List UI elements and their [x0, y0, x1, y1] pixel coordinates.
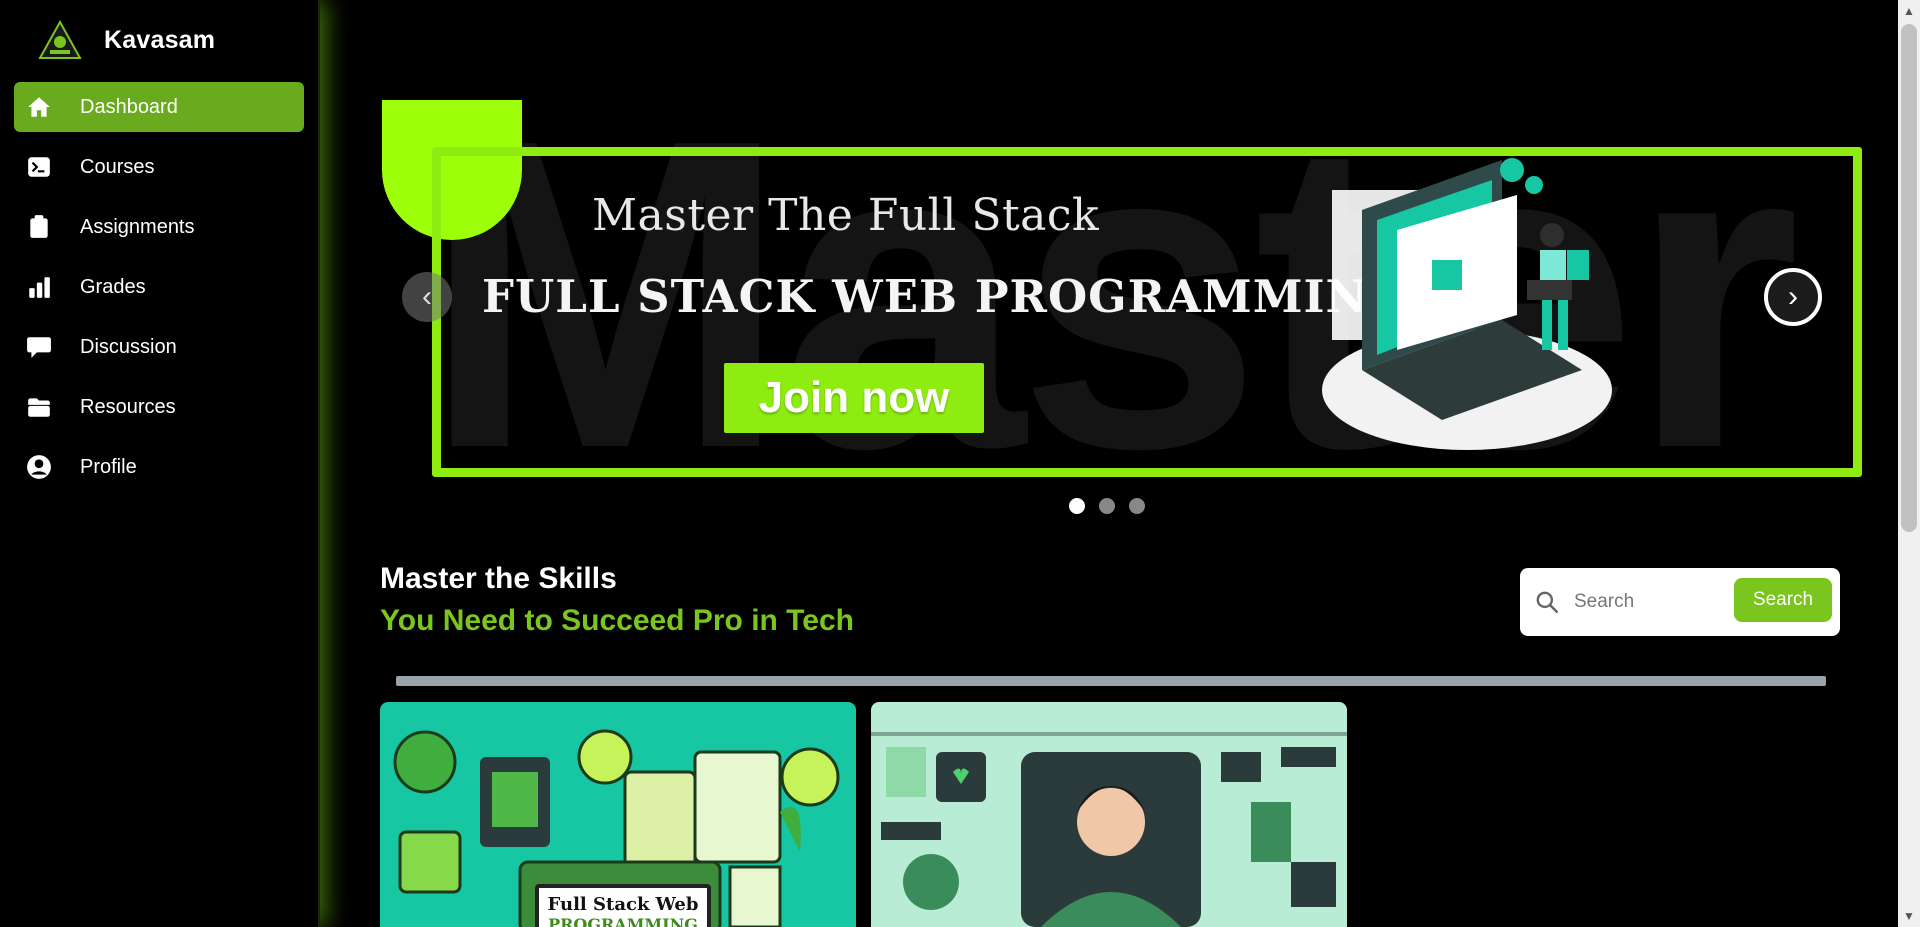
join-now-button[interactable]: Join now [724, 363, 984, 433]
sidebar-item-label: Courses [80, 155, 155, 178]
sidebar-item-dashboard[interactable]: Dashboard [14, 82, 304, 132]
course-card-design[interactable] [871, 702, 1347, 927]
sidebar-item-assignments[interactable]: Assignments [14, 202, 304, 252]
bar-chart-icon [26, 274, 52, 300]
hero-carousel: Master Master The Full Stack FULL STACK … [382, 75, 1862, 515]
search-icon [1536, 591, 1559, 614]
carousel-next-button[interactable]: › [1764, 268, 1822, 326]
carousel-dot-1[interactable] [1069, 498, 1085, 514]
sidebar-item-courses[interactable]: Courses [14, 142, 304, 192]
course-thumbnail [871, 732, 1347, 927]
carousel-dot-2[interactable] [1099, 498, 1115, 514]
sidebar-item-label: Profile [80, 455, 137, 478]
course-card-full-stack[interactable]: Full Stack Web PROGRAMMING [380, 702, 856, 927]
brand-name: Kavasam [104, 25, 216, 54]
page-scrollbar[interactable]: ▲ ▼ [1898, 0, 1920, 927]
sidebar-item-label: Discussion [80, 335, 177, 358]
section-divider [396, 676, 1826, 686]
course-card-title: Full Stack Web [547, 894, 699, 915]
home-icon [26, 94, 52, 120]
sidebar-nav: Dashboard Courses Assignments Grades Dis… [0, 82, 318, 492]
laptop-illustration [1322, 158, 1612, 450]
carousel-prev-button[interactable]: ‹ [402, 272, 452, 322]
sidebar-item-label: Assignments [80, 215, 195, 238]
chevron-right-icon: › [1788, 280, 1798, 313]
sidebar-item-label: Grades [80, 275, 146, 298]
brand[interactable]: Kavasam [0, 0, 318, 80]
sidebar-item-label: Dashboard [80, 95, 178, 118]
skills-subtitle: You Need to Succeed Pro in Tech [380, 604, 854, 637]
chevron-left-icon: ‹ [422, 280, 432, 313]
skills-title: Master the Skills [380, 562, 617, 595]
clipboard-icon [26, 214, 52, 240]
sidebar-item-label: Resources [80, 395, 176, 418]
skills-heading: Master the Skills You Need to Succeed Pr… [380, 562, 854, 638]
sidebar-item-grades[interactable]: Grades [14, 262, 304, 312]
scroll-down-arrow-icon[interactable]: ▼ [1898, 907, 1920, 925]
course-card-subtitle: PROGRAMMING [548, 915, 698, 927]
sidebar-item-discussion[interactable]: Discussion [14, 322, 304, 372]
carousel-indicators [382, 498, 1832, 514]
search-button[interactable]: Search [1734, 578, 1832, 622]
slide-eyebrow: Master The Full Stack [592, 190, 1100, 241]
message-icon [26, 334, 52, 360]
carousel-dot-3[interactable] [1129, 498, 1145, 514]
terminal-icon [26, 154, 52, 180]
sidebar-item-profile[interactable]: Profile [14, 442, 304, 492]
sidebar-item-resources[interactable]: Resources [14, 382, 304, 432]
course-card-label: Full Stack Web PROGRAMMING [535, 884, 711, 927]
search-bar: Search [1520, 568, 1840, 636]
sidebar: Kavasam Dashboard Courses Assignments Gr… [0, 0, 320, 927]
folder-icon [26, 394, 52, 420]
search-input[interactable] [1574, 582, 1724, 622]
scroll-up-arrow-icon[interactable]: ▲ [1898, 2, 1920, 20]
user-circle-icon [26, 454, 52, 480]
scroll-thumb[interactable] [1901, 24, 1917, 532]
main-content: Master Master The Full Stack FULL STACK … [322, 0, 1898, 927]
slide-title: FULL STACK WEB PROGRAMMING [482, 270, 1408, 323]
hooded-figure-logo [38, 20, 82, 59]
